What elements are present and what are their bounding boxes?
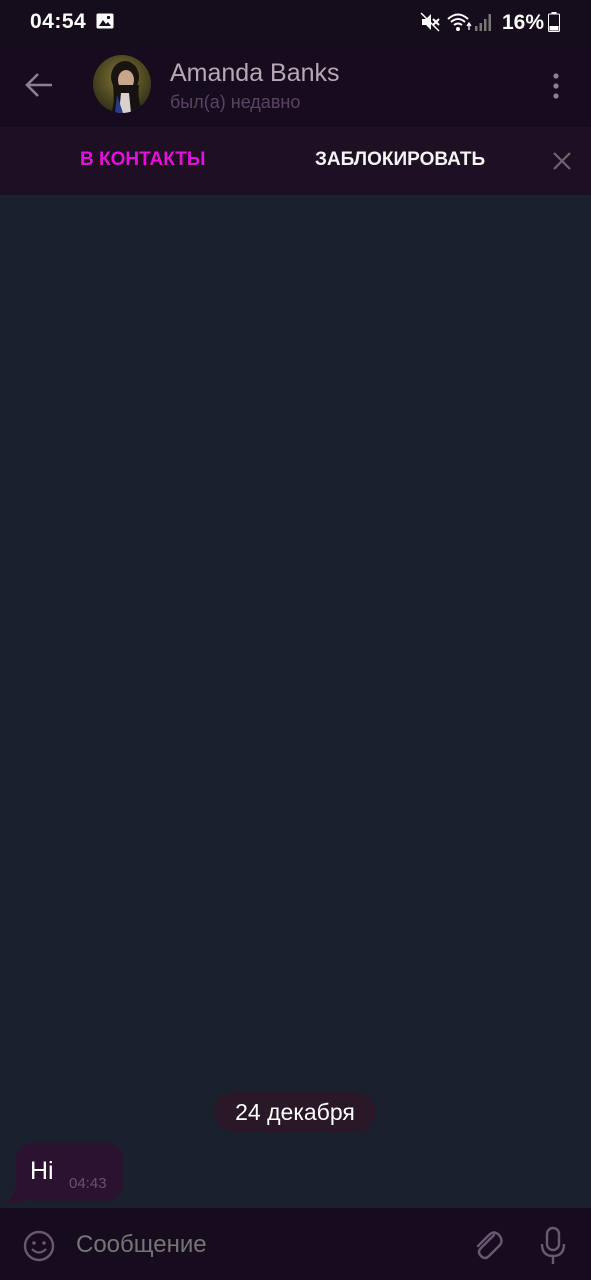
message-input[interactable]	[76, 1228, 456, 1262]
battery-percent: 16%	[502, 11, 545, 34]
status-bar: 04:54 16%	[0, 0, 591, 44]
close-icon[interactable]	[550, 149, 574, 173]
chat-area[interactable]: 24 декабря Hi 04:43	[0, 195, 591, 1208]
back-arrow-icon[interactable]	[22, 70, 56, 100]
incoming-message-bubble[interactable]: Hi 04:43	[16, 1143, 123, 1201]
emoji-icon[interactable]	[22, 1229, 56, 1263]
contact-name[interactable]: Amanda Banks	[170, 59, 340, 88]
message-time: 04:43	[69, 1175, 107, 1192]
attach-icon[interactable]	[470, 1227, 504, 1263]
avatar[interactable]	[93, 55, 151, 113]
date-separator: 24 декабря	[214, 1092, 376, 1132]
message-composer	[0, 1208, 591, 1280]
chat-header: Amanda Banks был(а) недавно	[0, 44, 591, 127]
date-label: 24 декабря	[235, 1098, 355, 1125]
gallery-icon	[96, 13, 114, 29]
block-user-button[interactable]: ЗАБЛОКИРОВАТЬ	[315, 149, 485, 171]
avatar-image	[93, 55, 151, 113]
last-seen-status: был(а) недавно	[170, 92, 301, 112]
mute-icon	[420, 12, 440, 32]
message-text: Hi	[30, 1157, 54, 1185]
add-to-contacts-button[interactable]: В КОНТАКТЫ	[80, 149, 206, 171]
contact-action-bar: В КОНТАКТЫ ЗАБЛОКИРОВАТЬ	[0, 127, 591, 195]
signal-icon	[475, 14, 491, 31]
wifi-icon	[447, 13, 472, 31]
battery-icon	[548, 12, 560, 32]
mic-icon[interactable]	[538, 1226, 568, 1266]
status-time: 04:54	[30, 10, 87, 33]
more-vertical-icon[interactable]	[545, 72, 567, 100]
